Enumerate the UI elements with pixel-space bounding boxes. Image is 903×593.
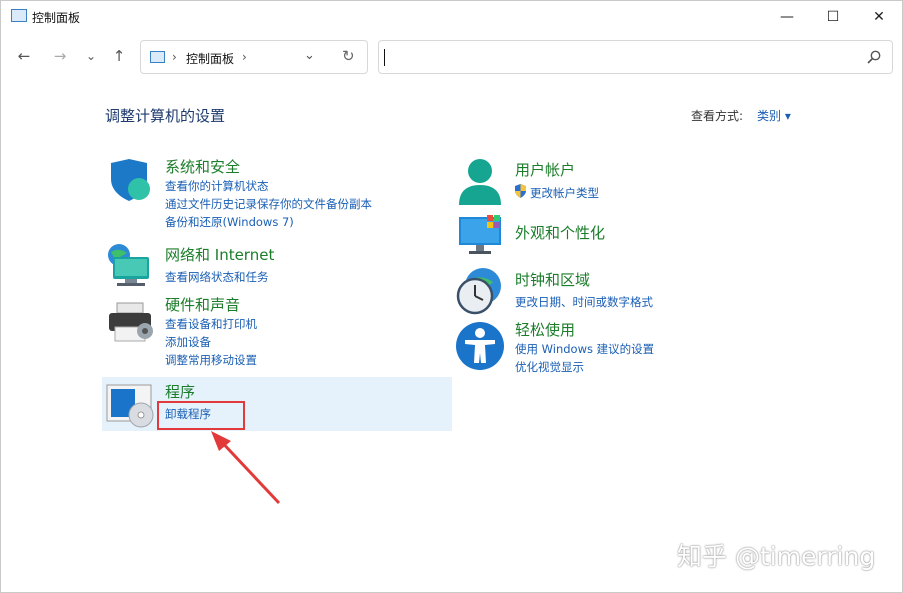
user-icon xyxy=(459,159,501,205)
link-add-device[interactable]: 添加设备 xyxy=(165,334,211,350)
title-bar: 控制面板 — ☐ ✕ xyxy=(1,1,902,32)
text-caret xyxy=(384,49,385,66)
category-title-programs[interactable]: 程序 xyxy=(165,381,195,402)
breadcrumb-separator[interactable]: › xyxy=(242,50,247,64)
category-title-network-internet[interactable]: 网络和 Internet xyxy=(165,244,274,265)
close-button[interactable]: ✕ xyxy=(856,1,902,32)
up-button[interactable]: ↑ xyxy=(108,45,130,67)
link-view-network-status[interactable]: 查看网络状态和任务 xyxy=(165,269,269,285)
refresh-button[interactable]: ↻ xyxy=(342,47,355,65)
control-panel-icon xyxy=(11,9,27,22)
link-change-account-type[interactable]: 更改帐户类型 xyxy=(530,185,599,201)
link-change-date-time-format[interactable]: 更改日期、时间或数字格式 xyxy=(515,294,653,310)
category-title-user-accounts[interactable]: 用户帐户 xyxy=(515,159,575,180)
printer-icon xyxy=(109,302,153,342)
annotation-highlight-box xyxy=(157,401,245,430)
minimize-icon: — xyxy=(780,8,794,25)
up-arrow-icon: ↑ xyxy=(112,47,126,65)
maximize-button[interactable]: ☐ xyxy=(810,1,856,32)
back-arrow-icon: ← xyxy=(17,47,31,65)
link-recommended-settings[interactable]: 使用 Windows 建议的设置 xyxy=(515,341,654,357)
category-title-hardware-sound[interactable]: 硬件和声音 xyxy=(165,294,240,315)
recent-locations-button[interactable]: ⌄ xyxy=(80,45,102,67)
uac-shield-icon xyxy=(515,184,526,198)
shield-icon xyxy=(111,159,150,201)
minimize-button[interactable]: — xyxy=(764,1,810,32)
control-panel-window: 控制面板 — ☐ ✕ ← → ⌄ ↑ › 控制面板 › ⌄ ↻ 调整计算机的设置… xyxy=(0,0,903,593)
back-button[interactable]: ← xyxy=(13,45,35,67)
link-optimize-visual-display[interactable]: 优化视觉显示 xyxy=(515,359,584,375)
monitor-icon xyxy=(459,215,501,254)
address-bar[interactable]: › 控制面板 › ⌄ ↻ xyxy=(140,40,368,74)
annotation-arrow-icon xyxy=(211,431,281,505)
close-icon: ✕ xyxy=(873,8,885,25)
link-backup-restore[interactable]: 备份和还原(Windows 7) xyxy=(165,214,294,230)
network-icon xyxy=(108,244,149,286)
window-title: 控制面板 xyxy=(32,11,81,25)
search-icon[interactable] xyxy=(866,49,882,65)
link-mobility-settings[interactable]: 调整常用移动设置 xyxy=(165,352,257,368)
clock-globe-icon xyxy=(456,268,501,315)
watermark: 知乎 @timerring xyxy=(677,542,876,571)
link-devices-printers[interactable]: 查看设备和打印机 xyxy=(165,316,257,332)
forward-arrow-icon: → xyxy=(53,47,67,65)
breadcrumb-separator: › xyxy=(172,50,177,64)
link-file-history-backup[interactable]: 通过文件历史记录保存你的文件备份副本 xyxy=(165,196,372,212)
accessibility-icon xyxy=(456,322,504,370)
programs-icon xyxy=(106,384,154,428)
breadcrumb-control-panel[interactable]: 控制面板 xyxy=(186,50,234,67)
category-title-clock-region[interactable]: 时钟和区域 xyxy=(515,269,590,290)
category-title-ease-of-access[interactable]: 轻松使用 xyxy=(515,319,575,340)
search-input[interactable] xyxy=(378,40,893,74)
category-title-appearance[interactable]: 外观和个性化 xyxy=(515,222,605,243)
category-title-system-security[interactable]: 系统和安全 xyxy=(165,156,240,177)
control-panel-icon xyxy=(150,51,165,63)
forward-button[interactable]: → xyxy=(49,45,71,67)
link-view-computer-status[interactable]: 查看你的计算机状态 xyxy=(165,178,269,194)
view-by-label: 查看方式: xyxy=(691,109,744,123)
view-by-dropdown[interactable]: 类别 ▾ xyxy=(757,107,791,124)
maximize-icon: ☐ xyxy=(826,8,840,25)
chevron-down-icon: ⌄ xyxy=(85,49,97,63)
address-dropdown-button[interactable]: ⌄ xyxy=(304,48,315,63)
navigation-bar: ← → ⌄ ↑ › 控制面板 › ⌄ ↻ xyxy=(1,37,902,77)
page-title: 调整计算机的设置 xyxy=(105,107,226,125)
